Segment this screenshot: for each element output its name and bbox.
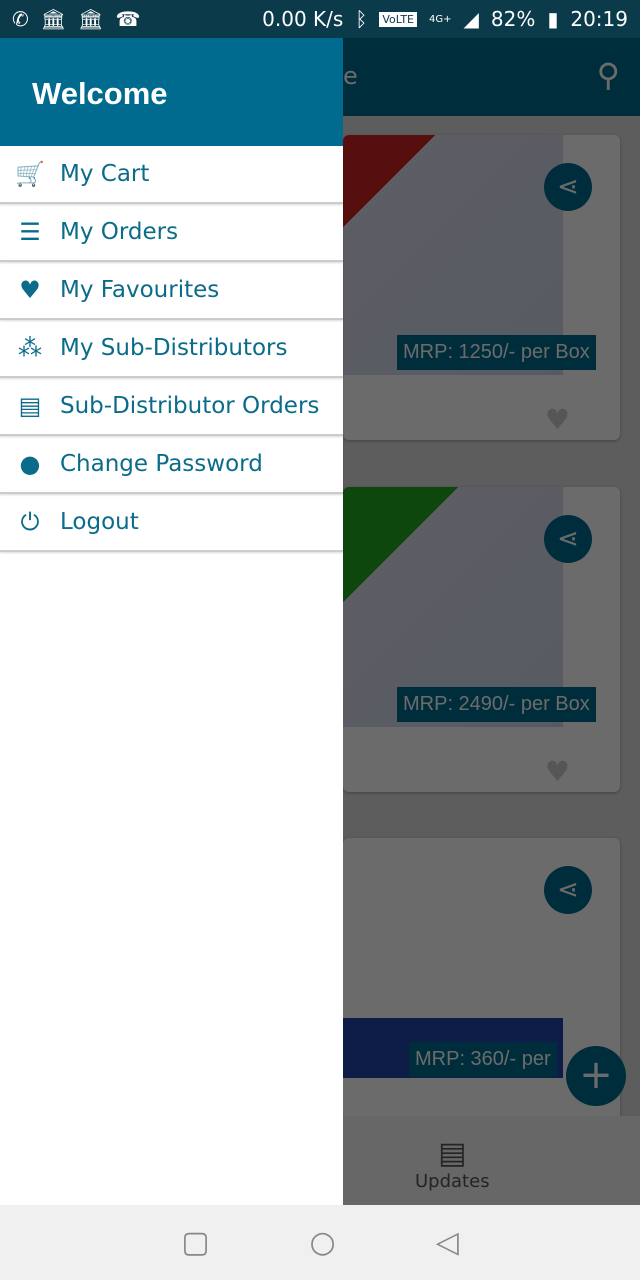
network-type: 4G+ [429,13,452,25]
favourite-icon[interactable]: ♥ [545,403,570,436]
drawer-item-sub-distributor-orders[interactable]: ▤ Sub-Distributor Orders [0,378,343,436]
whatsapp-icon: ✆ [12,7,29,31]
recents-button[interactable]: ▢ [181,1225,209,1260]
drawer-item-label: My Sub-Distributors [60,335,288,361]
drawer-header: Welcome [0,38,343,146]
bluetooth-icon: ᛒ [355,7,368,31]
drawer-item-label: My Cart [60,161,150,187]
tab-updates[interactable]: ▤ Updates [415,1136,490,1192]
receipt-icon: ▤ [18,392,42,420]
back-button[interactable]: ◁ [436,1225,459,1260]
power-icon: ⏻ [20,508,40,536]
cart-icon: 🛒 [15,160,45,188]
account-icon: ● [19,450,41,478]
clock: 20:19 [570,7,628,31]
group-icon: ⁂ [18,334,42,362]
drawer-item-change-password[interactable]: ● Change Password [0,436,343,494]
bank-icon: 🏛 [78,7,104,31]
search-icon[interactable]: ⚲ [597,56,620,94]
drawer-item-label: My Favourites [60,277,220,303]
share-icon[interactable]: ⋖ [544,866,592,914]
drawer-item-my-sub-distributors[interactable]: ⁂ My Sub-Distributors [0,320,343,378]
product-price: MRP: 360/- per [409,1042,557,1077]
status-bar: ✆ 🏛 🏛 ☎ 0.00 K/s ᛒ VoLTE 4G+ ◢ 82% ▮ 20:… [0,0,640,38]
drawer-item-label: Logout [60,509,139,535]
list-icon: ☰ [19,218,41,246]
app-title: e [343,62,358,90]
system-navigation-bar: ▢ ○ ◁ [0,1205,640,1280]
battery-icon: ▮ [547,7,559,31]
navigation-drawer: Welcome 🛒 My Cart ☰ My Orders ♥ My Favourit… [0,38,343,1205]
newspaper-icon: ▤ [438,1136,467,1171]
volte-badge: VoLTE [379,11,417,27]
add-button[interactable]: + [566,1046,626,1106]
favourite-icon[interactable]: ♥ [545,755,570,788]
drawer-item-label: Change Password [60,451,263,477]
tab-label: Updates [415,1171,490,1192]
drawer-item-my-favourites[interactable]: ♥ My Favourites [0,262,343,320]
drawer-item-label: My Orders [60,219,179,245]
signal-icon: ◢ [463,7,479,31]
missed-call-icon: ☎ [115,7,141,31]
drawer-item-logout[interactable]: ⏻ Logout [0,494,343,552]
battery-level: 82% [490,7,536,31]
product-card[interactable]: ⋖ MRP: 1250/- per Box ♥ [343,135,620,440]
network-speed: 0.00 K/s [262,7,344,31]
product-price: MRP: 2490/- per Box [397,687,596,722]
product-card[interactable]: ⋖ MRP: 2490/- per Box ♥ [343,487,620,792]
product-price: MRP: 1250/- per Box [397,335,596,370]
drawer-item-my-orders[interactable]: ☰ My Orders [0,204,343,262]
drawer-item-my-cart[interactable]: 🛒 My Cart [0,146,343,204]
bank-icon: 🏛 [40,7,67,31]
drawer-item-label: Sub-Distributor Orders [60,393,320,419]
share-icon[interactable]: ⋖ [544,515,592,563]
share-icon[interactable]: ⋖ [544,163,592,211]
heart-icon: ♥ [19,276,41,304]
home-button[interactable]: ○ [310,1225,336,1260]
